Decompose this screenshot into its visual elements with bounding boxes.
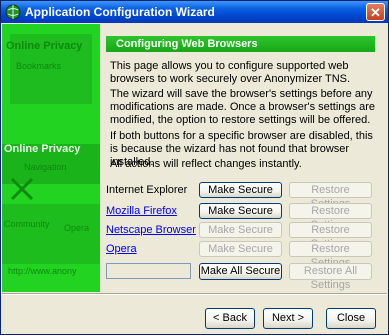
app-globe-icon bbox=[5, 4, 21, 20]
side-banner-image: Online Privacy Bookmarks Online Privacy … bbox=[2, 24, 100, 292]
banner-text-1: Online Privacy bbox=[6, 40, 83, 52]
make-secure-firefox-button[interactable]: Make Secure bbox=[199, 203, 282, 219]
window-close-button[interactable]: ✕ bbox=[366, 3, 385, 21]
make-secure-netscape-button[interactable]: Make Secure bbox=[199, 222, 282, 238]
browser-link-opera[interactable]: Opera bbox=[106, 243, 137, 255]
restore-settings-netscape-button[interactable]: Restore Settings bbox=[289, 222, 372, 250]
make-secure-opera-button[interactable]: Make Secure bbox=[199, 241, 282, 257]
window-title: Application Configuration Wizard bbox=[25, 5, 215, 19]
next-button[interactable]: Next > bbox=[263, 308, 313, 329]
status-field bbox=[106, 263, 191, 279]
make-secure-ie-button[interactable]: Make Secure bbox=[199, 182, 282, 198]
banner-graphic: Online Privacy Bookmarks Online Privacy … bbox=[2, 24, 100, 292]
banner-text-3: Online Privacy bbox=[4, 143, 81, 155]
browser-link-firefox[interactable]: Mozilla Firefox bbox=[106, 205, 177, 217]
page-header: Configuring Web Browsers bbox=[106, 36, 375, 52]
browser-link-netscape[interactable]: Netscape Browser bbox=[106, 224, 196, 236]
banner-text-7: http://www.anony bbox=[8, 266, 77, 276]
banner-text-6: Opera bbox=[64, 223, 89, 233]
back-button[interactable]: < Back bbox=[205, 308, 255, 329]
intro-paragraph: This page allows you to configure suppor… bbox=[110, 60, 351, 85]
banner-text-5: Community bbox=[4, 219, 50, 229]
banner-text-2: Bookmarks bbox=[16, 61, 62, 71]
restore-settings-opera-button[interactable]: Restore Settings bbox=[289, 241, 372, 269]
restore-settings-firefox-button[interactable]: Restore Settings bbox=[289, 203, 372, 231]
banner-text-4: Navigation bbox=[24, 162, 67, 172]
restore-all-settings-button[interactable]: Restore All Settings bbox=[289, 263, 372, 291]
browser-label-ie: Internet Explorer bbox=[106, 184, 188, 196]
actions-paragraph: All actions will reflect changes instant… bbox=[110, 158, 302, 170]
wizard-window: Application Configuration Wizard ✕ Onlin… bbox=[0, 0, 389, 335]
title-bar[interactable]: Application Configuration Wizard ✕ bbox=[1, 1, 388, 23]
footer-separator bbox=[2, 293, 387, 295]
make-all-secure-button[interactable]: Make All Secure bbox=[199, 263, 282, 280]
save-paragraph: The wizard will save the browser's setti… bbox=[110, 88, 375, 126]
close-button[interactable]: Close bbox=[326, 308, 376, 329]
restore-settings-ie-button[interactable]: Restore Settings bbox=[289, 182, 372, 210]
